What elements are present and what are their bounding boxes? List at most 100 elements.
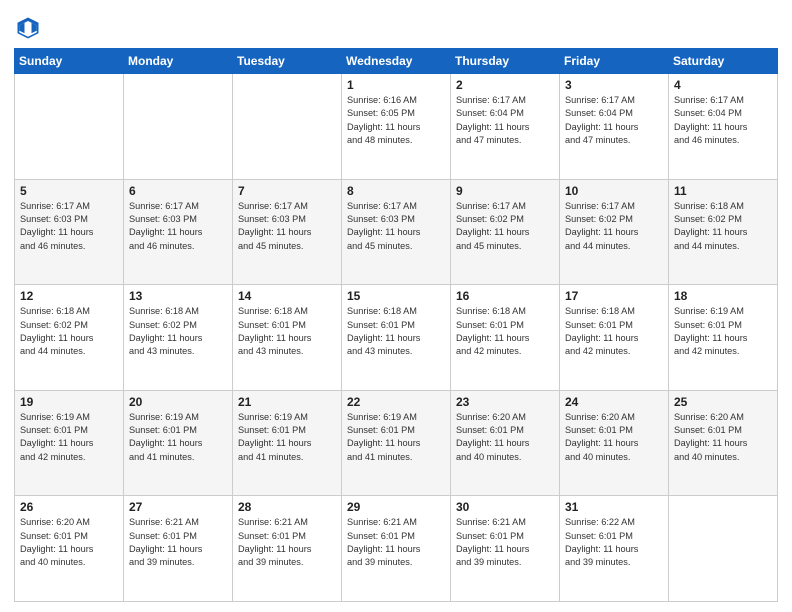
day-number: 8 — [347, 184, 445, 198]
day-info: Sunrise: 6:17 AM Sunset: 6:04 PM Dayligh… — [674, 94, 772, 147]
day-number: 3 — [565, 78, 663, 92]
day-info: Sunrise: 6:18 AM Sunset: 6:01 PM Dayligh… — [238, 305, 336, 358]
logo-icon — [14, 14, 42, 42]
day-info: Sunrise: 6:17 AM Sunset: 6:02 PM Dayligh… — [456, 200, 554, 253]
page: SundayMondayTuesdayWednesdayThursdayFrid… — [0, 0, 792, 612]
day-info: Sunrise: 6:18 AM Sunset: 6:02 PM Dayligh… — [129, 305, 227, 358]
day-number: 30 — [456, 500, 554, 514]
day-number: 22 — [347, 395, 445, 409]
day-info: Sunrise: 6:16 AM Sunset: 6:05 PM Dayligh… — [347, 94, 445, 147]
day-number: 6 — [129, 184, 227, 198]
day-number: 27 — [129, 500, 227, 514]
day-info: Sunrise: 6:17 AM Sunset: 6:03 PM Dayligh… — [20, 200, 118, 253]
day-info: Sunrise: 6:21 AM Sunset: 6:01 PM Dayligh… — [238, 516, 336, 569]
day-number: 10 — [565, 184, 663, 198]
weekday-header-thursday: Thursday — [451, 49, 560, 74]
day-number: 11 — [674, 184, 772, 198]
calendar-week-row: 26 Sunrise: 6:20 AM Sunset: 6:01 PM Dayli… — [15, 496, 778, 602]
weekday-header-sunday: Sunday — [15, 49, 124, 74]
calendar-day-2: 2 Sunrise: 6:17 AM Sunset: 6:04 PM Daylig… — [451, 74, 560, 180]
calendar-day-17: 17Sunrise: 6:18 AM Sunset: 6:01 PM Dayli… — [560, 285, 669, 391]
weekday-header-wednesday: Wednesday — [342, 49, 451, 74]
day-info: Sunrise: 6:17 AM Sunset: 6:04 PM Dayligh… — [456, 94, 554, 147]
day-info: Sunrise: 6:21 AM Sunset: 6:01 PM Dayligh… — [129, 516, 227, 569]
day-info: Sunrise: 6:21 AM Sunset: 6:01 PM Dayligh… — [347, 516, 445, 569]
calendar-week-row: 19 Sunrise: 6:19 AM Sunset: 6:01 PM Dayli… — [15, 390, 778, 496]
day-info: Sunrise: 6:19 AM Sunset: 6:01 PM Dayligh… — [347, 411, 445, 464]
day-number: 1 — [347, 78, 445, 92]
day-number: 4 — [674, 78, 772, 92]
calendar-day-19: 19 Sunrise: 6:19 AM Sunset: 6:01 PM Dayli… — [15, 390, 124, 496]
calendar-day-14: 14 Sunrise: 6:18 AM Sunset: 6:01 PM Dayli… — [233, 285, 342, 391]
day-number: 16 — [456, 289, 554, 303]
calendar-day-22: 22 Sunrise: 6:19 AM Sunset: 6:01 PM Dayli… — [342, 390, 451, 496]
calendar-week-row: 12 Sunrise: 6:18 AM Sunset: 6:02 PM Dayli… — [15, 285, 778, 391]
calendar-day-16: 16 Sunrise: 6:18 AM Sunset: 6:01 PM Dayli… — [451, 285, 560, 391]
calendar-day-23: 23 Sunrise: 6:20 AM Sunset: 6:01 PM Dayli… — [451, 390, 560, 496]
day-number: 24 — [565, 395, 663, 409]
day-number: 31 — [565, 500, 663, 514]
day-info: Sunrise: 6:20 AM Sunset: 6:01 PM Dayligh… — [20, 516, 118, 569]
calendar-day-25: 25 Sunrise: 6:20 AM Sunset: 6:01 PM Dayli… — [669, 390, 778, 496]
day-number: 2 — [456, 78, 554, 92]
day-number: 20 — [129, 395, 227, 409]
day-info: Sunrise: 6:18 AM Sunset: 6:02 PM Dayligh… — [674, 200, 772, 253]
header — [14, 10, 778, 42]
day-info: Sunrise: 6:19 AM Sunset: 6:01 PM Dayligh… — [129, 411, 227, 464]
day-number: 5 — [20, 184, 118, 198]
day-info: Sunrise: 6:19 AM Sunset: 6:01 PM Dayligh… — [238, 411, 336, 464]
calendar-day-9: 9 Sunrise: 6:17 AM Sunset: 6:02 PM Daylig… — [451, 179, 560, 285]
calendar-empty-cell — [669, 496, 778, 602]
calendar-day-30: 30Sunrise: 6:21 AM Sunset: 6:01 PM Dayli… — [451, 496, 560, 602]
day-number: 12 — [20, 289, 118, 303]
calendar-week-row: 1 Sunrise: 6:16 AM Sunset: 6:05 PM Daylig… — [15, 74, 778, 180]
calendar-day-5: 5 Sunrise: 6:17 AM Sunset: 6:03 PM Daylig… — [15, 179, 124, 285]
day-number: 21 — [238, 395, 336, 409]
calendar-day-10: 10 Sunrise: 6:17 AM Sunset: 6:02 PM Dayli… — [560, 179, 669, 285]
calendar-table: SundayMondayTuesdayWednesdayThursdayFrid… — [14, 48, 778, 602]
calendar-day-20: 20 Sunrise: 6:19 AM Sunset: 6:01 PM Dayli… — [124, 390, 233, 496]
day-info: Sunrise: 6:19 AM Sunset: 6:01 PM Dayligh… — [20, 411, 118, 464]
day-number: 25 — [674, 395, 772, 409]
calendar-day-3: 3 Sunrise: 6:17 AM Sunset: 6:04 PM Daylig… — [560, 74, 669, 180]
day-info: Sunrise: 6:17 AM Sunset: 6:03 PM Dayligh… — [129, 200, 227, 253]
calendar-week-row: 5 Sunrise: 6:17 AM Sunset: 6:03 PM Daylig… — [15, 179, 778, 285]
calendar-day-18: 18Sunrise: 6:19 AM Sunset: 6:01 PM Dayli… — [669, 285, 778, 391]
day-info: Sunrise: 6:17 AM Sunset: 6:02 PM Dayligh… — [565, 200, 663, 253]
weekday-header-friday: Friday — [560, 49, 669, 74]
calendar-empty-cell — [15, 74, 124, 180]
calendar-day-7: 7Sunrise: 6:17 AM Sunset: 6:03 PM Daylig… — [233, 179, 342, 285]
day-info: Sunrise: 6:18 AM Sunset: 6:01 PM Dayligh… — [565, 305, 663, 358]
calendar-day-27: 27 Sunrise: 6:21 AM Sunset: 6:01 PM Dayli… — [124, 496, 233, 602]
calendar-day-11: 11 Sunrise: 6:18 AM Sunset: 6:02 PM Dayli… — [669, 179, 778, 285]
weekday-header-monday: Monday — [124, 49, 233, 74]
day-number: 9 — [456, 184, 554, 198]
day-number: 26 — [20, 500, 118, 514]
weekday-header-tuesday: Tuesday — [233, 49, 342, 74]
calendar-day-29: 29 Sunrise: 6:21 AM Sunset: 6:01 PM Dayli… — [342, 496, 451, 602]
day-info: Sunrise: 6:18 AM Sunset: 6:01 PM Dayligh… — [456, 305, 554, 358]
day-number: 23 — [456, 395, 554, 409]
day-info: Sunrise: 6:17 AM Sunset: 6:04 PM Dayligh… — [565, 94, 663, 147]
calendar-day-28: 28 Sunrise: 6:21 AM Sunset: 6:01 PM Dayli… — [233, 496, 342, 602]
day-info: Sunrise: 6:18 AM Sunset: 6:02 PM Dayligh… — [20, 305, 118, 358]
calendar-day-4: 4 Sunrise: 6:17 AM Sunset: 6:04 PM Daylig… — [669, 74, 778, 180]
calendar-empty-cell — [233, 74, 342, 180]
day-info: Sunrise: 6:20 AM Sunset: 6:01 PM Dayligh… — [565, 411, 663, 464]
day-number: 13 — [129, 289, 227, 303]
day-number: 19 — [20, 395, 118, 409]
day-info: Sunrise: 6:22 AM Sunset: 6:01 PM Dayligh… — [565, 516, 663, 569]
day-info: Sunrise: 6:20 AM Sunset: 6:01 PM Dayligh… — [674, 411, 772, 464]
calendar-day-13: 13 Sunrise: 6:18 AM Sunset: 6:02 PM Dayli… — [124, 285, 233, 391]
day-info: Sunrise: 6:20 AM Sunset: 6:01 PM Dayligh… — [456, 411, 554, 464]
day-number: 29 — [347, 500, 445, 514]
day-number: 14 — [238, 289, 336, 303]
calendar-day-21: 21 Sunrise: 6:19 AM Sunset: 6:01 PM Dayli… — [233, 390, 342, 496]
calendar-day-8: 8Sunrise: 6:17 AM Sunset: 6:03 PM Daylig… — [342, 179, 451, 285]
day-number: 28 — [238, 500, 336, 514]
day-info: Sunrise: 6:17 AM Sunset: 6:03 PM Dayligh… — [238, 200, 336, 253]
calendar-header-row: SundayMondayTuesdayWednesdayThursdayFrid… — [15, 49, 778, 74]
calendar-day-12: 12 Sunrise: 6:18 AM Sunset: 6:02 PM Dayli… — [15, 285, 124, 391]
weekday-header-saturday: Saturday — [669, 49, 778, 74]
calendar-day-6: 6 Sunrise: 6:17 AM Sunset: 6:03 PM Daylig… — [124, 179, 233, 285]
